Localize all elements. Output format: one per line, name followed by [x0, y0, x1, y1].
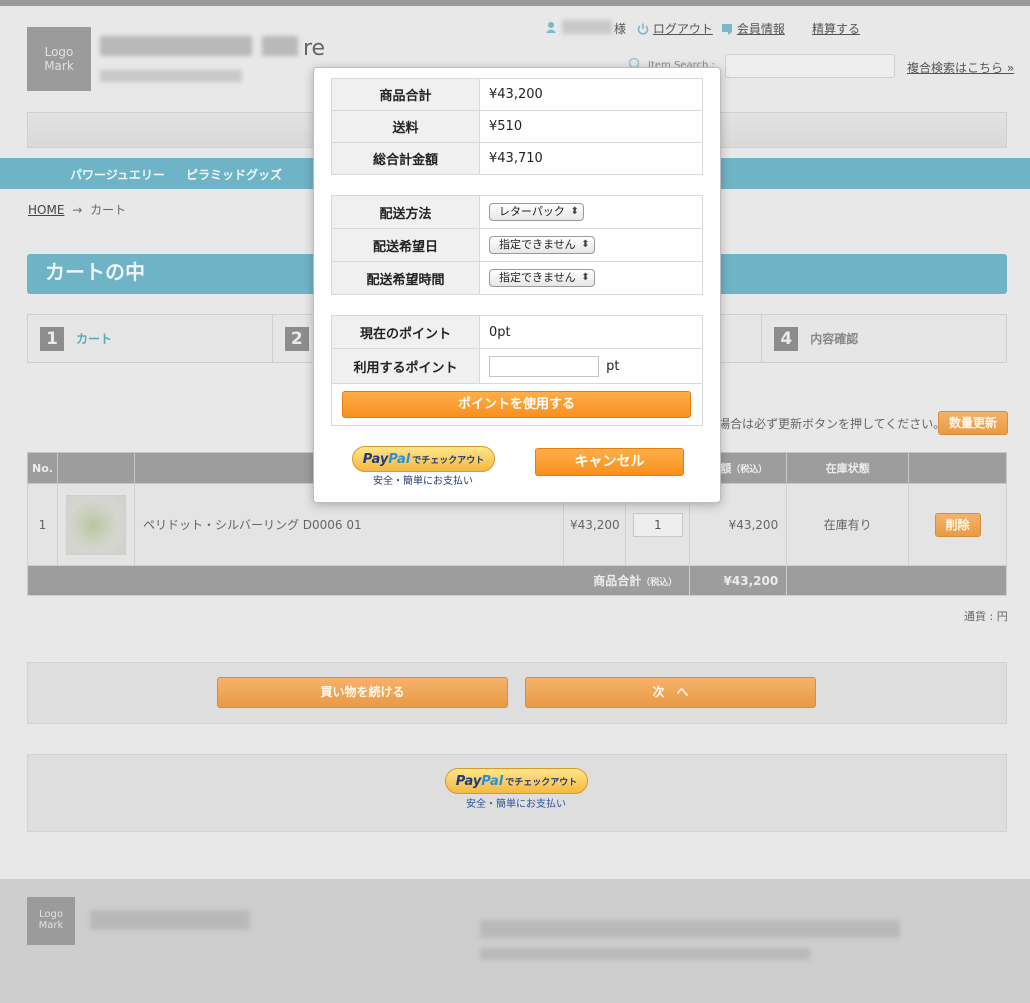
delivery-method-cell: レターパック — [479, 195, 703, 229]
delivery-table: 配送方法 レターパック 配送希望日 指定できません 配送希望時間 指定できません — [331, 195, 703, 295]
current-points-value: 0pt — [479, 315, 703, 349]
current-points-label: 現在のポイント — [331, 315, 480, 349]
summary-row: 総合計金額 ¥43,710 — [331, 142, 703, 175]
delivery-method-label: 配送方法 — [331, 195, 480, 229]
cancel-button[interactable]: キャンセル — [535, 448, 684, 476]
use-points-label: 利用するポイント — [331, 348, 480, 384]
paypal-pal: Pal — [388, 452, 411, 467]
modal-paypal-subtext: 安全・簡単にお支払い — [373, 476, 473, 487]
grand-total-value: ¥43,710 — [479, 142, 703, 175]
summary-row: 送料 ¥510 — [331, 110, 703, 143]
delivery-method-select[interactable]: レターパック — [489, 203, 584, 221]
paypal-pay: Pay — [362, 452, 389, 467]
modal-paypal-checkout-button[interactable]: PayPal でチェックアウト — [352, 446, 495, 472]
order-summary-modal: 商品合計 ¥43,200 送料 ¥510 総合計金額 ¥43,710 配送方法 … — [313, 67, 721, 503]
paypal-checkout-text: でチェックアウト — [412, 456, 485, 466]
points-row: 現在のポイント 0pt — [331, 315, 703, 349]
delivery-date-select[interactable]: 指定できません — [489, 236, 595, 254]
subtotal-label: 商品合計 — [331, 78, 480, 111]
summary-row: 商品合計 ¥43,200 — [331, 78, 703, 111]
use-points-input[interactable] — [489, 355, 599, 377]
subtotal-value: ¥43,200 — [479, 78, 703, 111]
delivery-row: 配送方法 レターパック — [331, 195, 703, 229]
shipping-label: 送料 — [331, 110, 480, 143]
delivery-row: 配送希望日 指定できません — [331, 228, 703, 262]
shipping-value: ¥510 — [479, 110, 703, 143]
grand-total-label: 総合計金額 — [331, 142, 480, 175]
delivery-time-select[interactable]: 指定できません — [489, 269, 595, 287]
use-points-cell: pt — [479, 348, 703, 384]
summary-table: 商品合計 ¥43,200 送料 ¥510 総合計金額 ¥43,710 — [331, 78, 703, 175]
use-points-unit: pt — [606, 358, 620, 374]
delivery-date-cell: 指定できません — [479, 228, 703, 262]
delivery-date-label: 配送希望日 — [331, 228, 480, 262]
use-points-button[interactable]: ポイントを使用する — [342, 391, 691, 418]
delivery-time-label: 配送希望時間 — [331, 261, 480, 295]
points-row: 利用するポイント pt — [331, 348, 703, 384]
delivery-time-cell: 指定できません — [479, 261, 703, 295]
delivery-row: 配送希望時間 指定できません — [331, 261, 703, 295]
